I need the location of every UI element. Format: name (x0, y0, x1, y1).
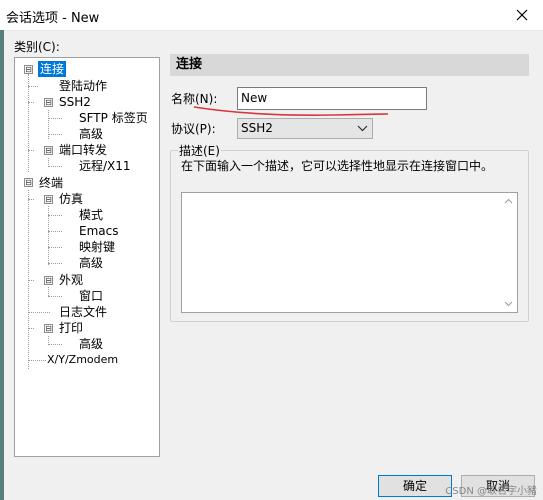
collapse-toggle[interactable]: ⊟ (24, 178, 33, 187)
category-label: 类别(C): (14, 40, 60, 54)
tree-item-login-actions[interactable]: 登陆动作 (59, 78, 107, 94)
collapse-toggle[interactable]: ⊟ (44, 195, 53, 204)
section-header: 连接 (170, 54, 529, 76)
tree-item-ssh2[interactable]: SSH2 (59, 94, 91, 110)
tree-item-window[interactable]: 窗口 (79, 288, 103, 304)
scroll-down-icon (504, 301, 513, 307)
tree-item-connection[interactable]: 连接 (38, 61, 67, 77)
tree-item-port-forwarding[interactable]: 端口转发 (59, 142, 107, 158)
category-tree[interactable]: ⊟ ⊟ ⊟ ⊟ ⊟ ⊟ ⊟ 连接 登陆动作 SSH2 SFTP 标签页 高级 端… (14, 57, 160, 457)
tree-item-printing[interactable]: 打印 (59, 320, 83, 336)
protocol-select[interactable]: SSH2 (237, 118, 373, 139)
tree-item-emacs[interactable]: Emacs (79, 223, 118, 239)
tree-item-modes[interactable]: 模式 (79, 207, 103, 223)
description-scrollbar[interactable] (500, 193, 517, 312)
ok-button[interactable]: 确定 (378, 475, 452, 497)
tree-item-ssh2-advanced[interactable]: 高级 (79, 126, 103, 142)
protocol-value: SSH2 (241, 121, 273, 135)
tree-item-log-file[interactable]: 日志文件 (59, 304, 107, 320)
tree-item-mapped-keys[interactable]: 映射键 (79, 239, 115, 255)
tree-item-remote-x11[interactable]: 远程/X11 (79, 158, 131, 174)
description-hint: 在下面输入一个描述，它可以选择性地显示在连接窗口中。 (181, 159, 494, 173)
tree-item-sftp-tab[interactable]: SFTP 标签页 (79, 110, 148, 126)
tree-item-emulation[interactable]: 仿真 (59, 191, 83, 207)
tree-item-terminal[interactable]: 终端 (39, 175, 63, 191)
collapse-toggle[interactable]: ⊟ (24, 65, 33, 74)
watermark: CSDN @取名字小豬 (445, 486, 537, 497)
collapse-toggle[interactable]: ⊟ (44, 146, 53, 155)
collapse-toggle[interactable]: ⊟ (44, 98, 53, 107)
annotation-underline (193, 106, 389, 116)
chevron-down-icon (357, 125, 368, 132)
collapse-toggle[interactable]: ⊟ (44, 276, 53, 285)
close-icon (516, 9, 528, 21)
collapse-toggle[interactable]: ⊟ (44, 324, 53, 333)
window-title: 会话选项 - New (6, 11, 100, 26)
scroll-up-icon (504, 198, 513, 204)
tree-item-xyzmodem[interactable]: X/Y/Zmodem (47, 352, 118, 368)
description-textarea[interactable] (181, 192, 518, 313)
tree-item-emulation-advanced[interactable]: 高级 (79, 255, 103, 271)
close-button[interactable] (501, 0, 543, 30)
window-edge (0, 30, 4, 500)
protocol-label: 协议(P): (171, 122, 216, 136)
tree-item-appearance[interactable]: 外观 (59, 272, 83, 288)
tree-item-printing-advanced[interactable]: 高级 (79, 336, 103, 352)
